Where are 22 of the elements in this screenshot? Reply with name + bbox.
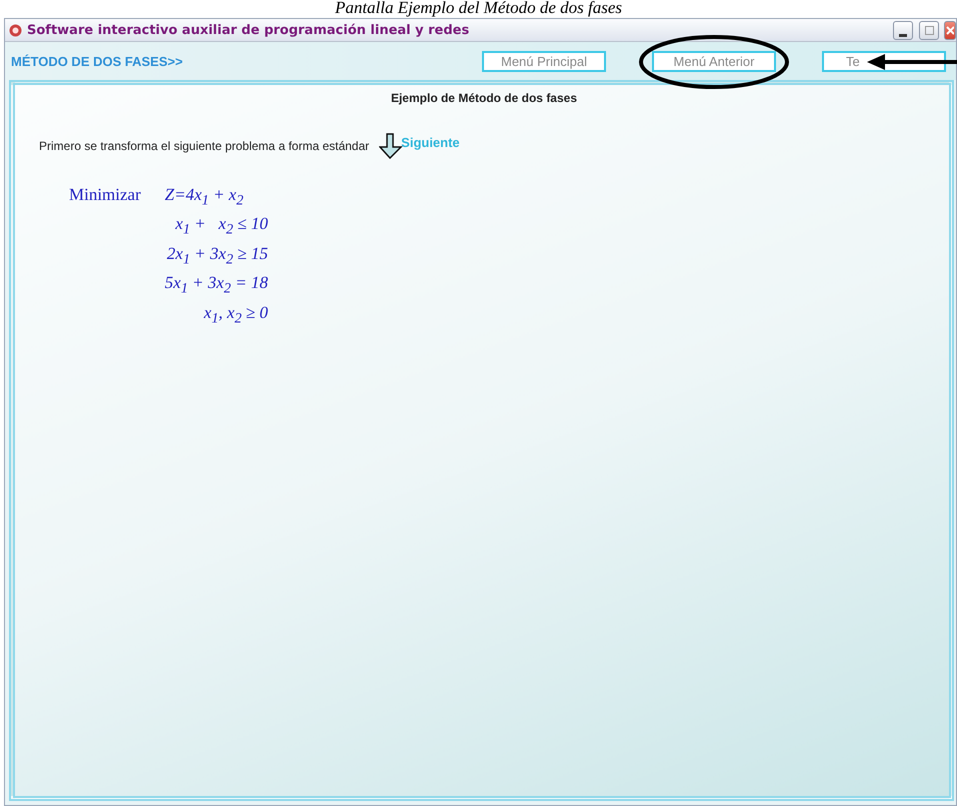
figure-caption: Pantalla Ejemplo del Método de dos fases <box>334 0 622 18</box>
maximize-button[interactable] <box>919 20 939 40</box>
constraint: x$_{1}$, x$_{2}$ ≥ 0 <box>202 302 268 327</box>
window-title: Software interactivo auxiliar de programación lineal y redes <box>27 22 470 38</box>
close-button[interactable] <box>944 20 956 40</box>
maximize-icon <box>924 26 934 34</box>
down-arrow-icon <box>379 133 404 159</box>
menu-button[interactable]: Menú Anterior <box>652 50 776 72</box>
constraint: 5x$_{1}$ + 3x$_{2}$ = 18 <box>164 273 268 298</box>
minimize-button[interactable] <box>893 20 913 40</box>
objective-label: Minimizar <box>69 185 141 206</box>
instruction-text: Primero se transforma el siguiente problema a forma estándar <box>39 139 370 153</box>
constraint: 2x$_{1}$ + 3x$_{2}$ ≥ 15 <box>166 244 268 268</box>
app-icon <box>9 24 22 36</box>
next-link[interactable]: Siguiente <box>401 134 460 150</box>
close-icon <box>946 26 954 34</box>
minimize-icon <box>899 32 907 38</box>
section-title: MÉTODO DE DOS FASES>> <box>11 54 184 68</box>
menu-button[interactable]: Menú Principal <box>482 50 606 72</box>
example-heading: Ejemplo de Método de dos fases <box>390 91 578 105</box>
constraint: x$_{1}$ + x$_{2}$ ≤ 10 <box>174 214 268 239</box>
objective-function: Z=4x$_{1}$ + x$_{2}$ <box>164 185 244 210</box>
